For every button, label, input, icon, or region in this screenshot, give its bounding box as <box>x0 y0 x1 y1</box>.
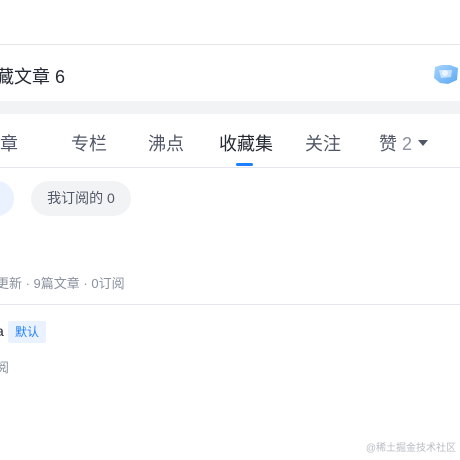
default-badge: 默认 <box>8 321 47 343</box>
tab-pins[interactable]: 沸点 <box>148 130 184 156</box>
collection-sub-meta: 阅 <box>0 360 10 375</box>
tab-articles[interactable]: 文章 <box>0 130 18 156</box>
filter-pill-subscribed[interactable]: 我订阅的 0 <box>31 181 131 216</box>
row-divider <box>0 304 460 305</box>
section-separator <box>0 101 460 114</box>
tab-likes-label: 赞 <box>379 134 397 154</box>
tab-columns-label: 专栏 <box>71 134 107 154</box>
tab-columns[interactable]: 专栏 <box>71 130 107 156</box>
tab-following-label: 关注 <box>305 134 341 154</box>
active-tab-indicator <box>236 163 253 166</box>
stat-row[interactable]: 收藏文章 6 <box>0 45 460 101</box>
collection-meta: 更新 · 9篇文章 · 0订阅 <box>0 276 125 291</box>
tab-collections[interactable]: 收藏集 <box>219 130 273 156</box>
tab-likes-count: 2 <box>402 134 413 154</box>
medal-badge-icon <box>434 65 458 84</box>
tab-following[interactable]: 关注 <box>305 130 341 156</box>
tab-divider <box>0 167 460 168</box>
tab-likes[interactable]: 赞 2 <box>379 130 429 156</box>
chevron-down-icon[interactable] <box>418 140 429 147</box>
tab-pins-label: 沸点 <box>148 134 184 154</box>
watermark: @稀土掘金技术社区 <box>365 443 456 454</box>
filter-pill-created[interactable] <box>0 181 14 216</box>
tab-collections-label: 收藏集 <box>219 134 273 154</box>
collection-title[interactable]: a <box>0 323 4 339</box>
tab-articles-label: 文章 <box>0 134 18 154</box>
collected-articles-count[interactable]: 收藏文章 6 <box>0 63 65 89</box>
